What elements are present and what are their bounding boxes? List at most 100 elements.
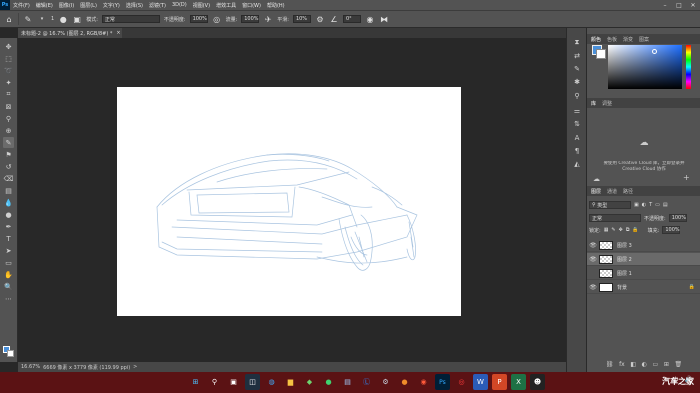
brushes-panel-icon[interactable]: ✱	[571, 76, 583, 87]
widgets-icon[interactable]: ◫	[245, 374, 260, 390]
fx-icon[interactable]: fx	[619, 361, 625, 368]
hand-tool-icon[interactable]: ✋	[3, 269, 14, 280]
wechat-icon[interactable]: ●	[321, 374, 336, 390]
document-canvas[interactable]	[117, 87, 461, 316]
status-expand-arrow[interactable]: >	[133, 364, 137, 370]
menu-file[interactable]: 文件(F)	[10, 2, 33, 9]
tab-swatches[interactable]: 色板	[607, 36, 617, 43]
notes-app-icon[interactable]: ▤	[340, 374, 355, 390]
zoom-level[interactable]: 16.67%	[21, 364, 40, 370]
opacity-input[interactable]: 100%	[189, 15, 208, 23]
menu-filter[interactable]: 滤镜(T)	[146, 2, 169, 9]
layer-opacity-input[interactable]: 100%	[668, 214, 687, 222]
lock-icon[interactable]: 🔒	[689, 284, 695, 290]
layer-row-2[interactable]: 👁 图层 2	[587, 253, 700, 266]
fill-input[interactable]: 100%	[662, 226, 681, 234]
menu-type[interactable]: 文字(Y)	[100, 2, 123, 9]
minimize-button[interactable]: –	[658, 0, 672, 10]
home-icon[interactable]: ⌂	[4, 14, 14, 24]
history-panel-icon[interactable]: ⧗	[571, 37, 583, 48]
lock-all-icon[interactable]: 🔒	[632, 227, 638, 233]
lock-paint-icon[interactable]: ✎	[611, 227, 615, 233]
brush-tool-icon[interactable]: ✎	[3, 137, 14, 148]
menu-select[interactable]: 选择(S)	[123, 2, 146, 9]
gear-icon[interactable]: ⚙	[315, 14, 325, 24]
dodge-tool-icon[interactable]: ●	[3, 209, 14, 220]
close-tab-icon[interactable]: ×	[116, 30, 120, 36]
maximize-button[interactable]: □	[672, 0, 686, 10]
cloud-sync-icon[interactable]: ☁	[593, 175, 600, 183]
search-icon[interactable]: ⚲	[207, 374, 222, 390]
pressure-size-icon[interactable]: ◉	[365, 14, 375, 24]
airbrush-icon[interactable]: ✈	[263, 14, 273, 24]
store-icon[interactable]: ◆	[302, 374, 317, 390]
steam-icon[interactable]: ⚙	[378, 374, 393, 390]
layer-name[interactable]: 图层 3	[617, 242, 632, 249]
brush-size-value[interactable]: 1	[51, 16, 54, 22]
filter-shape-icon[interactable]: ▭	[655, 202, 660, 208]
move-tool-icon[interactable]: ✥	[3, 41, 14, 52]
glyphs-panel-icon[interactable]: ◭	[571, 158, 583, 169]
task-view-icon[interactable]: ▣	[226, 374, 241, 390]
filter-smart-icon[interactable]: ▤	[663, 202, 668, 208]
background-color-swatch[interactable]	[7, 350, 14, 357]
blur-tool-icon[interactable]: 💧	[3, 197, 14, 208]
add-library-icon[interactable]: +	[683, 173, 690, 182]
netease-music-icon[interactable]: ◎	[454, 374, 469, 390]
filter-pixel-icon[interactable]: ▣	[634, 202, 639, 208]
file-explorer-icon[interactable]: ▆	[283, 374, 298, 390]
link-layers-icon[interactable]: ⛓	[606, 361, 614, 368]
pressure-opacity-icon[interactable]: ◎	[212, 14, 222, 24]
flow-input[interactable]: 100%	[241, 15, 260, 23]
new-layer-icon[interactable]: ⊞	[664, 361, 669, 368]
quick-select-tool-icon[interactable]: ✦	[3, 77, 14, 88]
layer-row-3[interactable]: 👁 图层 3	[587, 239, 700, 252]
tab-libraries[interactable]: 库	[591, 100, 596, 107]
menu-edit[interactable]: 编辑(E)	[33, 2, 56, 9]
blend-mode-select[interactable]: 正常	[589, 214, 641, 222]
tab-channels[interactable]: 通道	[607, 188, 617, 195]
angle-icon[interactable]: ∠	[329, 14, 339, 24]
tab-layers[interactable]: 图层	[591, 188, 601, 195]
zoom-tool-icon[interactable]: 🔍	[3, 281, 14, 292]
path-selection-tool-icon[interactable]: ➤	[3, 245, 14, 256]
eye-icon[interactable]: 👁	[587, 242, 599, 249]
filter-type-icon[interactable]: T	[649, 202, 652, 208]
type-tool-icon[interactable]: T	[3, 233, 14, 244]
paragraph-panel-icon[interactable]: ¶	[571, 145, 583, 156]
filter-adjust-icon[interactable]: ◐	[642, 202, 646, 208]
color-picker-field[interactable]	[608, 45, 682, 89]
close-button[interactable]: ✕	[686, 0, 700, 10]
healing-brush-tool-icon[interactable]: ⊕	[3, 125, 14, 136]
app-red-icon[interactable]: ◉	[416, 374, 431, 390]
eyedropper-tool-icon[interactable]: ⚲	[3, 113, 14, 124]
tab-gradients[interactable]: 渐变	[623, 36, 633, 43]
powerpoint-icon[interactable]: P	[492, 374, 507, 390]
brush-preset-icon[interactable]: ●	[58, 14, 68, 24]
delete-layer-icon[interactable]: 🗑	[674, 361, 682, 368]
character-panel-icon[interactable]: A	[571, 132, 583, 143]
lock-artboard-icon[interactable]: ⧉	[626, 227, 630, 233]
actions-panel-icon[interactable]: ⇄	[571, 50, 583, 61]
tab-patterns[interactable]: 图案	[639, 36, 649, 43]
eye-icon[interactable]: 👁	[587, 256, 599, 263]
menu-image[interactable]: 图像(I)	[56, 2, 77, 9]
brush-settings-icon[interactable]: ▣	[72, 14, 82, 24]
brush-settings-panel-icon[interactable]: ✎	[571, 63, 583, 74]
layer-name[interactable]: 背景	[617, 284, 627, 291]
brush-tool-icon[interactable]: ✎	[23, 14, 33, 24]
layer-row-1[interactable]: 图层 1	[587, 267, 700, 280]
lasso-tool-icon[interactable]: ➰	[3, 65, 14, 76]
menu-layer[interactable]: 图层(L)	[77, 2, 100, 9]
eraser-tool-icon[interactable]: ⌫	[3, 173, 14, 184]
pen-tool-icon[interactable]: ✒	[3, 221, 14, 232]
menu-3d[interactable]: 3D(D)	[169, 2, 190, 8]
lock-position-icon[interactable]: ✥	[619, 227, 623, 233]
clone-stamp-tool-icon[interactable]: ⚑	[3, 149, 14, 160]
tab-paths[interactable]: 路径	[623, 188, 633, 195]
menu-help[interactable]: 帮助(H)	[264, 2, 288, 9]
smooth-input[interactable]: 10%	[292, 15, 311, 23]
menu-plugins[interactable]: 增效工具	[213, 2, 239, 9]
color-picker-cursor[interactable]	[652, 49, 657, 54]
layer-filter-select[interactable]: ⚲ 类型	[589, 201, 631, 209]
